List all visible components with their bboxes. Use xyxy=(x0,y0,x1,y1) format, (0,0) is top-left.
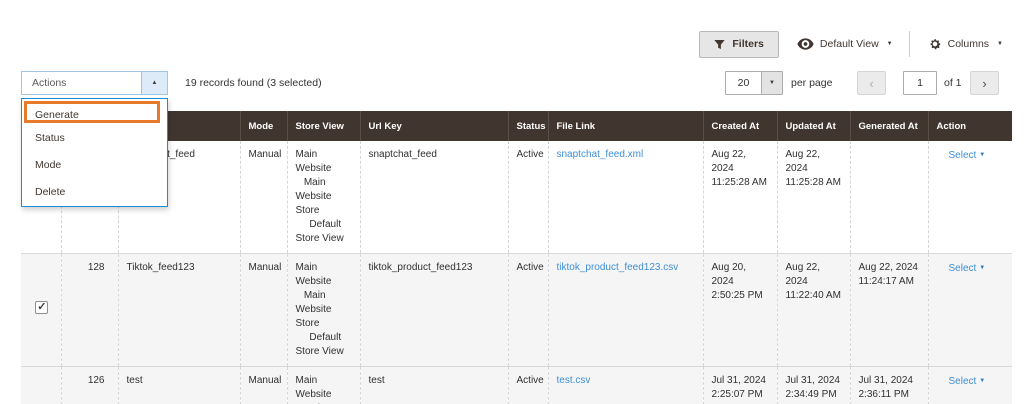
cell-store-view: Main Website Main Website Store Default … xyxy=(287,141,360,254)
header-store-view[interactable]: Store View xyxy=(287,111,360,141)
cell-store-view: Main Website Main Website Store Default … xyxy=(287,367,360,404)
row-action-select[interactable]: Select▼ xyxy=(937,148,986,163)
table-row: snaptchat_feed Manual Main Website Main … xyxy=(21,141,1012,254)
chevron-down-icon: ▼ xyxy=(979,378,985,384)
header-file-link[interactable]: File Link xyxy=(548,111,703,141)
cell-name: Tiktok_feed123 xyxy=(118,254,240,367)
select-label: Select xyxy=(949,376,977,387)
menu-item-generate[interactable]: Generate xyxy=(24,101,160,123)
chevron-down-icon: ▼ xyxy=(979,152,985,158)
previous-page-button: ‹ xyxy=(857,71,886,95)
chevron-up-icon: ▲ xyxy=(141,72,167,94)
grid-toolbar: Filters Default View ▼ Columns ▼ xyxy=(699,30,1003,58)
cell-id: 128 xyxy=(61,254,118,367)
header-url-key[interactable]: Url Key xyxy=(360,111,508,141)
cell-store-view: Main Website Main Website Store Default … xyxy=(287,254,360,367)
cell-url-key: snaptchat_feed xyxy=(360,141,508,254)
eye-icon xyxy=(797,38,814,50)
cell-updated-at: Jul 31, 2024 2:34:49 PM xyxy=(777,367,850,404)
row-checkbox[interactable] xyxy=(35,301,48,314)
cell-mode: Manual xyxy=(240,141,287,254)
cell-status: Active xyxy=(508,141,548,254)
menu-item-mode[interactable]: Mode xyxy=(22,152,167,179)
chevron-down-icon: ▼ xyxy=(761,72,782,94)
filter-funnel-icon xyxy=(714,39,725,50)
cell-created-at: Jul 31, 2024 2:25:07 PM xyxy=(703,367,777,404)
toolbar-divider xyxy=(909,31,910,57)
file-link[interactable]: snaptchat_feed.xml xyxy=(557,149,644,160)
feed-grid-page: Filters Default View ▼ Columns ▼ Actions… xyxy=(0,0,1024,404)
table-row: 126 test Manual Main Website Main Websit… xyxy=(21,367,1012,404)
records-summary: 19 records found (3 selected) xyxy=(185,77,322,89)
page-input[interactable] xyxy=(903,71,937,95)
feeds-table: Mode Store View Url Key Status File Link… xyxy=(21,111,1012,404)
cell-id: 126 xyxy=(61,367,118,404)
per-page-value: 20 xyxy=(726,77,761,89)
table-header-row: Mode Store View Url Key Status File Link… xyxy=(21,111,1012,141)
per-page-label: per page xyxy=(791,77,832,89)
columns-label: Columns xyxy=(948,38,989,50)
cell-name: test xyxy=(118,367,240,404)
default-view-label: Default View xyxy=(820,38,879,50)
header-generated-at[interactable]: Generated At xyxy=(850,111,928,141)
select-label: Select xyxy=(949,263,977,274)
cell-updated-at: Aug 22, 2024 11:22:40 AM xyxy=(777,254,850,367)
select-label: Select xyxy=(949,150,977,161)
cell-generated-at: Aug 22, 2024 11:24:17 AM xyxy=(850,254,928,367)
actions-menu: Generate Status Mode Delete xyxy=(21,98,168,207)
menu-item-delete[interactable]: Delete xyxy=(22,179,167,206)
filters-button-label: Filters xyxy=(732,38,764,50)
columns-control[interactable]: Columns ▼ xyxy=(928,37,1003,51)
chevron-down-icon: ▼ xyxy=(887,41,893,47)
actions-dropdown-toggle[interactable]: Actions ▲ xyxy=(21,71,168,95)
cell-url-key: test xyxy=(360,367,508,404)
header-updated-at[interactable]: Updated At xyxy=(777,111,850,141)
default-view-control[interactable]: Default View ▼ xyxy=(797,38,893,50)
table-row: 128 Tiktok_feed123 Manual Main Website M… xyxy=(21,254,1012,367)
cell-mode: Manual xyxy=(240,254,287,367)
file-link[interactable]: test.csv xyxy=(557,375,591,386)
per-page-select[interactable]: 20 ▼ xyxy=(725,71,783,95)
cell-generated-at: Jul 31, 2024 2:36:11 PM xyxy=(850,367,928,404)
row-action-select[interactable]: Select▼ xyxy=(937,374,986,389)
filters-button[interactable]: Filters xyxy=(699,31,779,58)
header-created-at[interactable]: Created At xyxy=(703,111,777,141)
row-action-select[interactable]: Select▼ xyxy=(937,261,986,276)
menu-item-status[interactable]: Status xyxy=(22,125,167,152)
cell-updated-at: Aug 22, 2024 11:25:28 AM xyxy=(777,141,850,254)
cell-status: Active xyxy=(508,367,548,404)
header-action[interactable]: Action xyxy=(928,111,1012,141)
chevron-down-icon: ▼ xyxy=(997,41,1003,47)
cell-generated-at xyxy=(850,141,928,254)
cell-url-key: tiktok_product_feed123 xyxy=(360,254,508,367)
chevron-down-icon: ▼ xyxy=(979,265,985,271)
gear-icon xyxy=(928,37,942,51)
cell-created-at: Aug 22, 2024 11:25:28 AM xyxy=(703,141,777,254)
cell-created-at: Aug 20, 2024 2:50:25 PM xyxy=(703,254,777,367)
total-pages-label: of 1 xyxy=(944,77,962,89)
actions-label: Actions xyxy=(22,77,141,89)
file-link[interactable]: tiktok_product_feed123.csv xyxy=(557,262,679,273)
header-mode[interactable]: Mode xyxy=(240,111,287,141)
next-page-button[interactable]: › xyxy=(970,71,999,95)
header-status[interactable]: Status xyxy=(508,111,548,141)
cell-mode: Manual xyxy=(240,367,287,404)
cell-status: Active xyxy=(508,254,548,367)
